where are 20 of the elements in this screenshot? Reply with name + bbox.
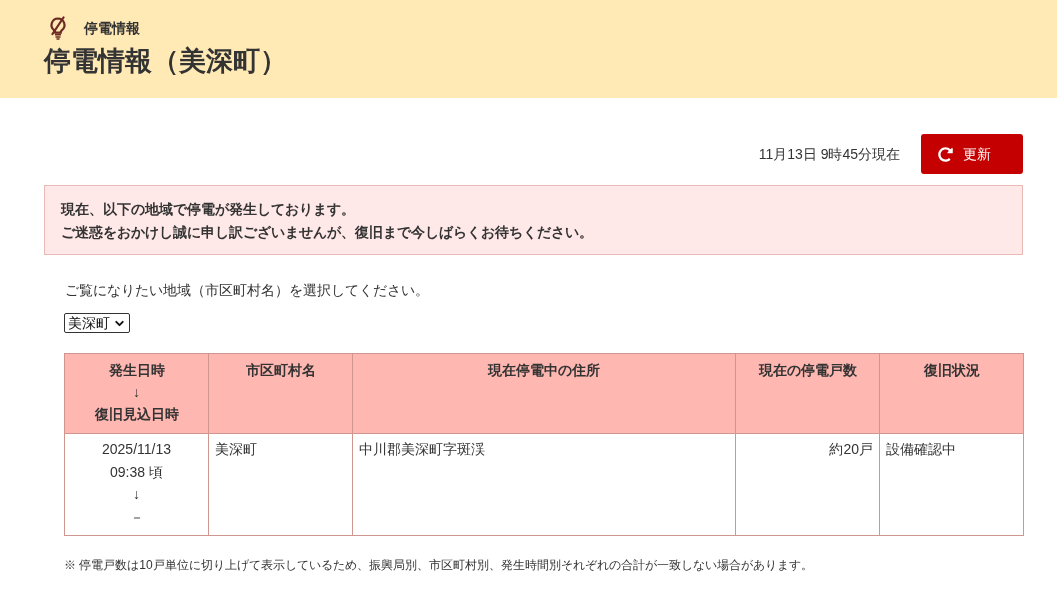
breadcrumb-label: 停電情報: [84, 19, 140, 38]
region-prompt: ご覧になりたい地域（市区町村名）を選択してください。: [65, 281, 430, 300]
crossed-lightbulb-icon: [48, 16, 68, 40]
footnote: ※ 停電戸数は10戸単位に切り上げて表示しているため、振興局別、市区町村別、発生時間別それぞれの合計が一致しない場合があります。: [64, 557, 814, 574]
update-timestamp: 11月13日 9時45分現在: [758, 145, 900, 164]
table-header-cell: 現在の停電戸数: [735, 353, 880, 434]
refresh-icon: [938, 146, 953, 162]
region-select[interactable]: 美深町: [64, 313, 130, 333]
page-title: 停電情報（美深町）: [44, 45, 288, 78]
outage-alert: 現在、以下の地域で停電が発生しております。 ご迷惑をおかけし誠に申し訳ございませんが、復旧まで今しばらくお待ちください。: [44, 185, 1023, 255]
table-cell: 2025/11/13 09:38 頃 ↓ －: [64, 433, 209, 536]
table-header-cell: 現在停電中の住所: [352, 353, 736, 434]
table-header-cell: 発生日時 ↓ 復旧見込日時: [64, 353, 209, 434]
table-header-cell: 市区町村名: [208, 353, 353, 434]
table-cell: 美深町: [208, 433, 353, 536]
table-cell: 設備確認中: [879, 433, 1024, 536]
table-header-cell: 復旧状況: [879, 353, 1024, 434]
refresh-button[interactable]: 更新: [921, 134, 1023, 174]
table-cell: 約20戸: [735, 433, 880, 536]
table-cell: 中川郡美深町字斑渓: [352, 433, 736, 536]
